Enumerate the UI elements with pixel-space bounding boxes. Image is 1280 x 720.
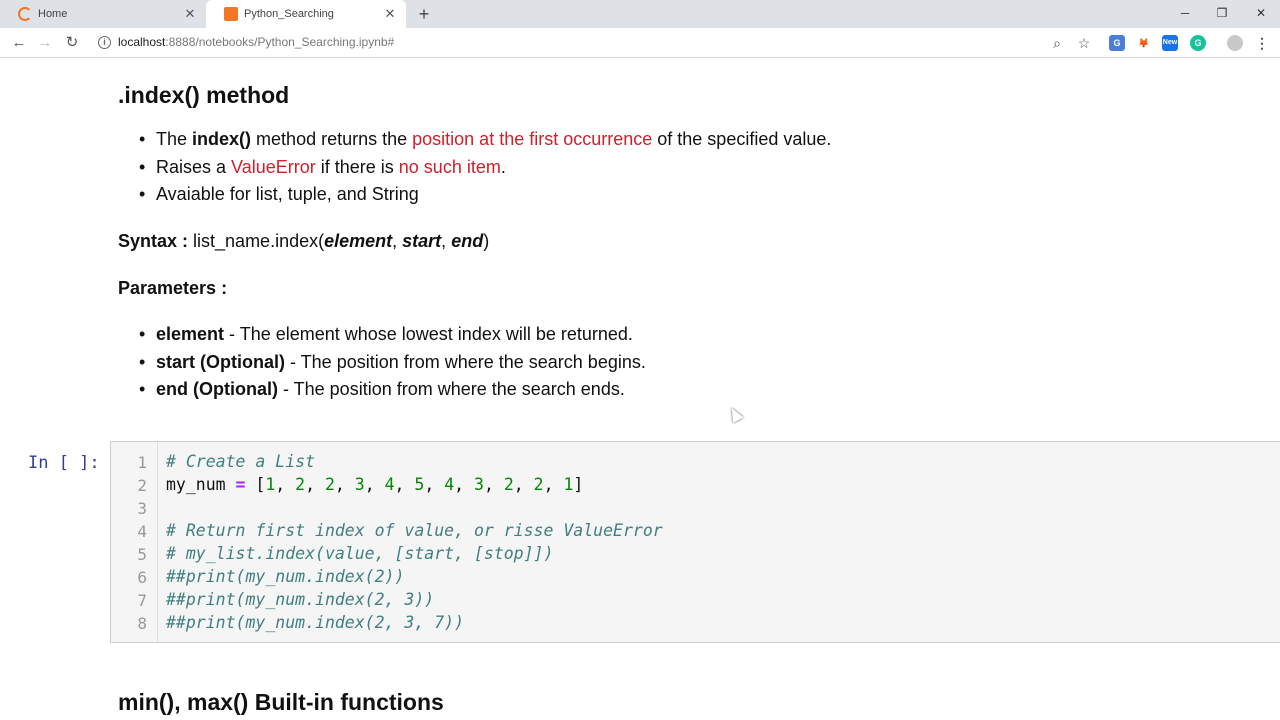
mouse-cursor-icon bbox=[726, 405, 744, 423]
reload-button[interactable]: ↻ bbox=[61, 32, 83, 54]
new-tab-button[interactable]: + bbox=[414, 4, 434, 24]
list-item: The index() method returns the position … bbox=[139, 126, 831, 154]
close-icon[interactable]: ✕ bbox=[382, 6, 398, 22]
code-line[interactable]: my_num = [1, 2, 2, 3, 4, 5, 4, 3, 2, 2, … bbox=[166, 475, 583, 494]
line-number: 7 bbox=[137, 591, 147, 610]
code-line[interactable]: ##print(my_num.index(2, 3, 7)) bbox=[166, 613, 464, 632]
code-line[interactable]: # Create a List bbox=[166, 452, 315, 471]
bookmark-star-icon[interactable]: ☆ bbox=[1074, 33, 1094, 53]
section-heading: .index() method bbox=[118, 82, 290, 108]
syntax-line: Syntax : list_name.index(element, start,… bbox=[118, 231, 490, 251]
close-icon[interactable]: ✕ bbox=[182, 6, 198, 22]
minimize-button[interactable]: ─ bbox=[1170, 2, 1200, 24]
line-number: 8 bbox=[137, 614, 147, 633]
cell-prompt: In [ ]: bbox=[28, 453, 100, 473]
notebook-icon bbox=[224, 7, 238, 21]
code-line[interactable]: # my_list.index(value, [start, [stop]]) bbox=[166, 544, 553, 563]
url-text[interactable]: localhost:8888/notebooks/Python_Searchin… bbox=[118, 35, 394, 49]
description-list: The index() method returns the position … bbox=[139, 126, 831, 209]
code-line[interactable]: ##print(my_num.index(2, 3)) bbox=[166, 590, 434, 609]
translate-icon[interactable]: G bbox=[1109, 35, 1125, 51]
code-line[interactable]: ##print(my_num.index(2)) bbox=[166, 567, 404, 586]
metamask-icon[interactable]: 🦊 bbox=[1136, 35, 1152, 51]
line-number: 2 bbox=[137, 476, 147, 495]
zoom-icon[interactable]: ⌕ bbox=[1047, 33, 1067, 53]
info-icon[interactable]: i bbox=[98, 36, 111, 49]
forward-button[interactable]: → bbox=[34, 32, 56, 54]
menu-icon[interactable]: ⋮ bbox=[1254, 35, 1270, 51]
tab-home[interactable]: Home ✕ bbox=[0, 0, 206, 28]
code-line[interactable]: # Return first index of value, or risse … bbox=[166, 521, 663, 540]
new-icon[interactable]: New bbox=[1162, 35, 1178, 51]
line-number: 1 bbox=[137, 453, 147, 472]
code-cell[interactable]: 1 2 3 4 5 6 7 8 # Create a List my_num =… bbox=[110, 441, 1280, 643]
list-item: Avaiable for list, tuple, and String bbox=[139, 181, 831, 209]
next-section-heading: min(), max() Built-in functions bbox=[118, 689, 444, 715]
list-item: end (Optional) - The position from where… bbox=[139, 376, 646, 404]
close-window-button[interactable]: ✕ bbox=[1246, 2, 1276, 24]
tab-strip: Home ✕ Python_Searching ✕ + ─ ❐ ✕ bbox=[0, 0, 1280, 28]
notebook-content: .index() method The index() method retur… bbox=[0, 59, 1280, 720]
address-bar[interactable]: i localhost:8888/notebooks/Python_Search… bbox=[92, 31, 1104, 55]
line-number: 6 bbox=[137, 568, 147, 587]
parameters-list: element - The element whose lowest index… bbox=[139, 321, 646, 404]
restore-button[interactable]: ❐ bbox=[1207, 2, 1237, 24]
line-number: 3 bbox=[137, 499, 147, 518]
browser-toolbar: ← → ↻ i localhost:8888/notebooks/Python_… bbox=[0, 28, 1280, 58]
line-number: 4 bbox=[137, 522, 147, 541]
back-button[interactable]: ← bbox=[8, 32, 30, 54]
tab-python-searching[interactable]: Python_Searching ✕ bbox=[206, 0, 406, 28]
list-item: Raises a ValueError if there is no such … bbox=[139, 154, 831, 182]
grammarly-icon[interactable]: G bbox=[1190, 35, 1206, 51]
parameters-label: Parameters : bbox=[118, 278, 228, 298]
tab-active-title: Python_Searching bbox=[244, 8, 334, 20]
list-item: element - The element whose lowest index… bbox=[139, 321, 646, 349]
list-item: start (Optional) - The position from whe… bbox=[139, 349, 646, 377]
tab-home-title: Home bbox=[38, 8, 68, 20]
jupyter-spinner-icon bbox=[18, 7, 32, 21]
line-number: 5 bbox=[137, 545, 147, 564]
profile-avatar[interactable] bbox=[1227, 35, 1243, 51]
line-number-gutter: 1 2 3 4 5 6 7 8 bbox=[111, 442, 158, 642]
